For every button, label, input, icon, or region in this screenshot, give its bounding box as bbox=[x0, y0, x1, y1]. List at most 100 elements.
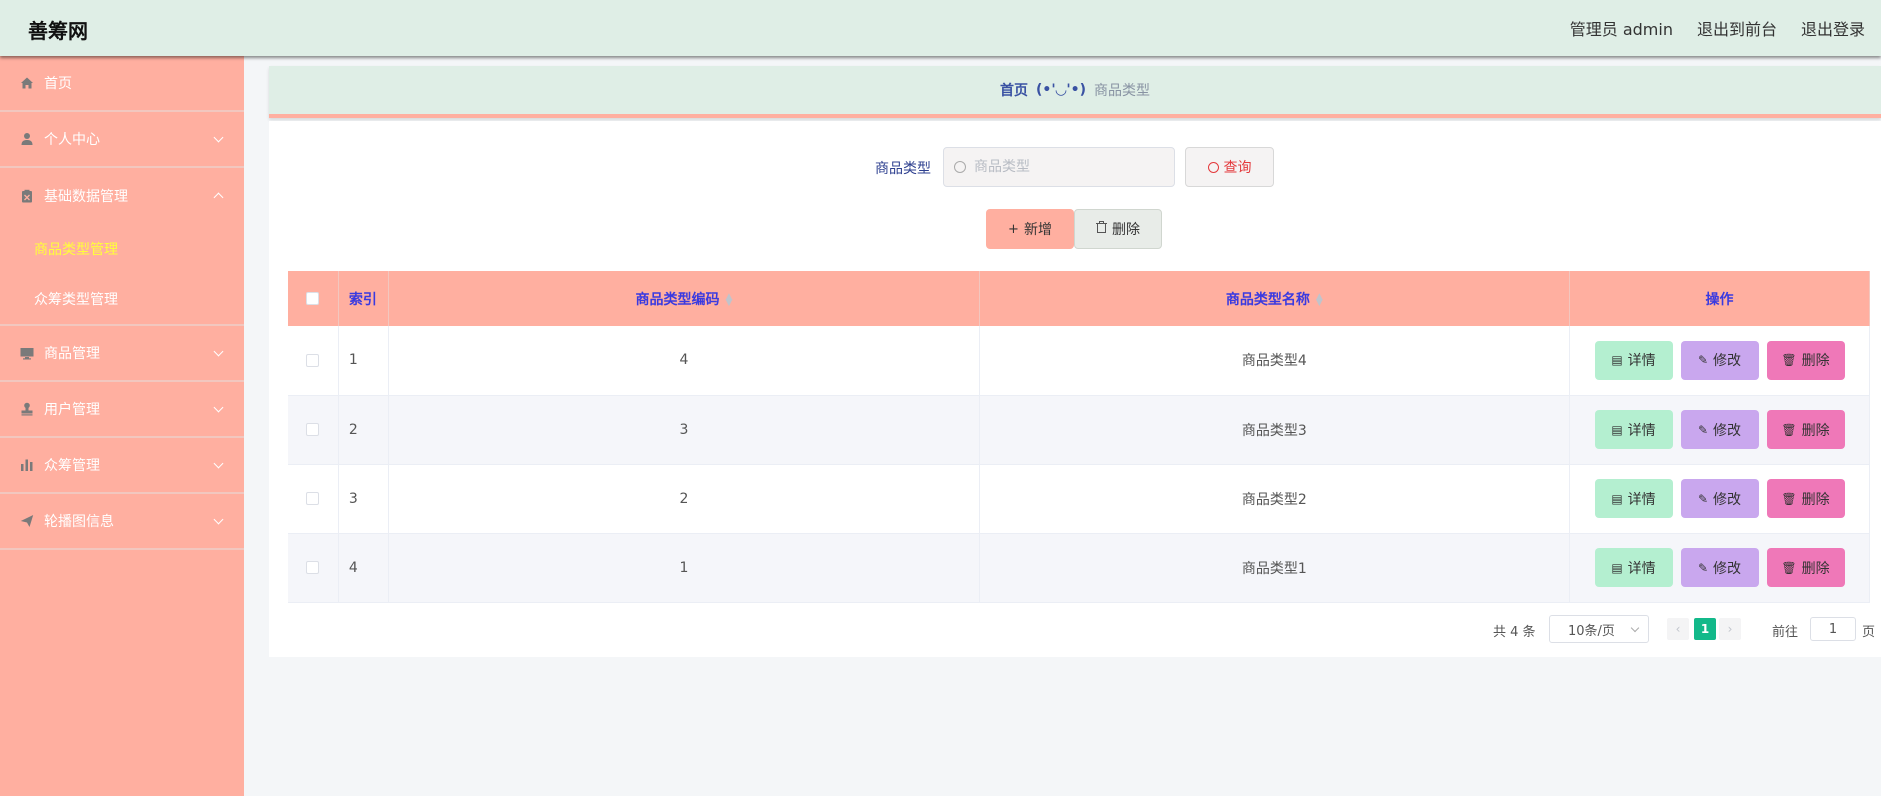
page-number-current[interactable]: 1 bbox=[1694, 618, 1716, 640]
row-name: 商品类型2 bbox=[979, 464, 1571, 534]
sidebar-item-crowdfunding[interactable]: 众筹管理 bbox=[0, 438, 244, 494]
table-row: 2 3 商品类型3 ▤ 详情 ✎ 修改 🗑 删除 bbox=[288, 395, 1870, 465]
edit-button[interactable]: ✎ 修改 bbox=[1680, 340, 1759, 380]
header-name[interactable]: 商品类型名称 ▲ ▼ bbox=[979, 271, 1571, 326]
edit-button[interactable]: ✎ 修改 bbox=[1680, 548, 1759, 587]
page-size-value: 10条/页 bbox=[1568, 623, 1615, 639]
search-icon bbox=[1207, 161, 1219, 173]
row-checkbox[interactable] bbox=[306, 561, 320, 574]
add-button[interactable]: + 新增 bbox=[986, 209, 1074, 249]
sidebar-item-products[interactable]: 商品管理 bbox=[0, 326, 244, 382]
trash-icon: 🗑 bbox=[1781, 491, 1797, 506]
header-actions: 管理员 admin 退出到前台 退出登录 bbox=[1570, 16, 1881, 40]
query-button[interactable]: 查询 bbox=[1185, 147, 1274, 187]
row-name: 商品类型1 bbox=[979, 533, 1571, 603]
header-ops: 操作 bbox=[1569, 271, 1870, 326]
batch-delete-button[interactable]: 删除 bbox=[1074, 209, 1162, 249]
goto-page-input[interactable] bbox=[1810, 617, 1856, 641]
chevron-down-icon bbox=[1630, 623, 1640, 633]
row-ops: ▤ 详情 ✎ 修改 🗑 删除 bbox=[1569, 533, 1870, 603]
to-front-link[interactable]: 退出到前台 bbox=[1697, 16, 1777, 40]
row-ops: ▤ 详情 ✎ 修改 🗑 删除 bbox=[1569, 395, 1870, 465]
detail-button[interactable]: ▤ 详情 bbox=[1594, 548, 1673, 587]
detail-label: 详情 bbox=[1627, 560, 1656, 577]
row-checkbox[interactable] bbox=[306, 492, 320, 505]
row-index: 2 bbox=[338, 395, 390, 465]
send-icon bbox=[20, 514, 34, 528]
sidebar-item-label: 商品管理 bbox=[44, 346, 100, 362]
table-row: 4 1 商品类型1 ▤ 详情 ✎ 修改 🗑 删除 bbox=[288, 533, 1870, 603]
user-icon bbox=[20, 132, 34, 146]
header-code-label: 商品类型编码 bbox=[635, 291, 720, 308]
edit-button[interactable]: ✎ 修改 bbox=[1680, 479, 1759, 518]
chevron-down-icon bbox=[213, 402, 224, 413]
stamp-icon bbox=[20, 402, 34, 416]
next-page-button[interactable]: › bbox=[1719, 618, 1741, 640]
logout-link[interactable]: 退出登录 bbox=[1801, 16, 1881, 40]
breadcrumb-home[interactable]: 首页 bbox=[1000, 80, 1028, 100]
main-content: 商品类型 查询 + 新增 删除 索引 商品类型编码 ▲▼ 商品类型名称 ▲▼ 操作 bbox=[269, 121, 1881, 657]
delete-button[interactable]: 🗑 删除 bbox=[1766, 479, 1845, 518]
document-icon: ▤ bbox=[1611, 422, 1623, 437]
sidebar-item-basic-data[interactable]: 基础数据管理 bbox=[0, 168, 244, 224]
header-index: 索引 bbox=[338, 271, 390, 326]
batch-delete-label: 删除 bbox=[1112, 222, 1140, 238]
row-checkbox[interactable] bbox=[306, 353, 320, 367]
trash-icon: 🗑 bbox=[1781, 353, 1797, 368]
row-select-cell bbox=[288, 395, 339, 465]
delete-button[interactable]: 🗑 删除 bbox=[1766, 548, 1845, 587]
chevron-down-icon bbox=[213, 458, 224, 469]
sidebar-item-label: 众筹管理 bbox=[44, 458, 100, 474]
delete-button[interactable]: 🗑 删除 bbox=[1766, 340, 1845, 380]
row-index: 3 bbox=[338, 464, 390, 534]
sidebar-subitem-crowdfunding-type[interactable]: 众筹类型管理 bbox=[0, 274, 244, 324]
detail-button[interactable]: ▤ 详情 bbox=[1594, 479, 1673, 518]
search-icon bbox=[954, 161, 966, 173]
row-code: 3 bbox=[388, 395, 980, 465]
detail-label: 详情 bbox=[1627, 491, 1656, 508]
edit-button[interactable]: ✎ 修改 bbox=[1680, 410, 1759, 449]
row-index: 1 bbox=[338, 326, 390, 396]
sidebar-item-label: 轮播图信息 bbox=[44, 514, 114, 530]
prev-page-button[interactable]: ‹ bbox=[1667, 618, 1689, 640]
pencil-icon: ✎ bbox=[1697, 422, 1709, 437]
pencil-icon: ✎ bbox=[1697, 560, 1709, 575]
delete-button[interactable]: 🗑 删除 bbox=[1766, 410, 1845, 449]
detail-label: 详情 bbox=[1627, 422, 1656, 439]
breadcrumb-current: 商品类型 bbox=[1094, 83, 1151, 99]
page-size-select[interactable]: 10条/页 bbox=[1549, 615, 1649, 643]
trash-icon: 🗑 bbox=[1781, 422, 1797, 437]
document-icon: ▤ bbox=[1611, 491, 1623, 506]
sort-icon[interactable]: ▲ ▼ bbox=[1316, 292, 1323, 307]
data-table: 索引 商品类型编码 ▲ ▼ 商品类型名称 ▲ ▼ 操作 1 4 商品类型4 ▤ 详情 ✎ 修… bbox=[288, 271, 1870, 603]
table-row: 1 4 商品类型4 ▤ 详情 ✎ 修改 🗑 删除 bbox=[288, 326, 1870, 396]
chevron-up-icon bbox=[213, 192, 224, 203]
add-button-label: 新增 bbox=[1023, 222, 1052, 238]
sidebar: 首页 个人中心 基础数据管理 商品类型管理 众筹类型管理 商品管理 用户管理 众… bbox=[0, 56, 244, 796]
chevron-down-icon bbox=[213, 514, 224, 525]
brand-title: 善筹网 bbox=[28, 19, 88, 43]
detail-button[interactable]: ▤ 详情 bbox=[1594, 340, 1673, 380]
select-all-checkbox[interactable] bbox=[306, 292, 320, 305]
header-code[interactable]: 商品类型编码 ▲ ▼ bbox=[388, 271, 980, 326]
sidebar-item-carousel[interactable]: 轮播图信息 bbox=[0, 494, 244, 550]
sidebar-item-profile[interactable]: 个人中心 bbox=[0, 112, 244, 168]
search-input[interactable] bbox=[974, 159, 1164, 175]
sidebar-item-home[interactable]: 首页 bbox=[0, 56, 244, 112]
row-checkbox[interactable] bbox=[306, 423, 320, 436]
chevron-down-icon bbox=[213, 346, 224, 357]
chevron-down-icon bbox=[213, 132, 224, 143]
search-field[interactable] bbox=[943, 147, 1175, 187]
delete-label: 删除 bbox=[1801, 353, 1830, 370]
sidebar-item-users[interactable]: 用户管理 bbox=[0, 382, 244, 438]
detail-button[interactable]: ▤ 详情 bbox=[1594, 410, 1673, 449]
row-index: 4 bbox=[338, 533, 390, 603]
table-header-row: 索引 商品类型编码 ▲ ▼ 商品类型名称 ▲ ▼ 操作 bbox=[288, 271, 1870, 326]
query-button-label: 查询 bbox=[1223, 160, 1252, 176]
sort-icon[interactable]: ▲ ▼ bbox=[726, 292, 733, 307]
trash-icon: 🗑 bbox=[1781, 560, 1797, 575]
sidebar-subitem-product-type[interactable]: 商品类型管理 bbox=[0, 224, 244, 274]
pagination: 共 4 条 10条/页 ‹ 1 › 前往 页 bbox=[269, 615, 1881, 645]
admin-label: 管理员 admin bbox=[1569, 20, 1673, 39]
header-name-label: 商品类型名称 bbox=[1225, 291, 1310, 308]
